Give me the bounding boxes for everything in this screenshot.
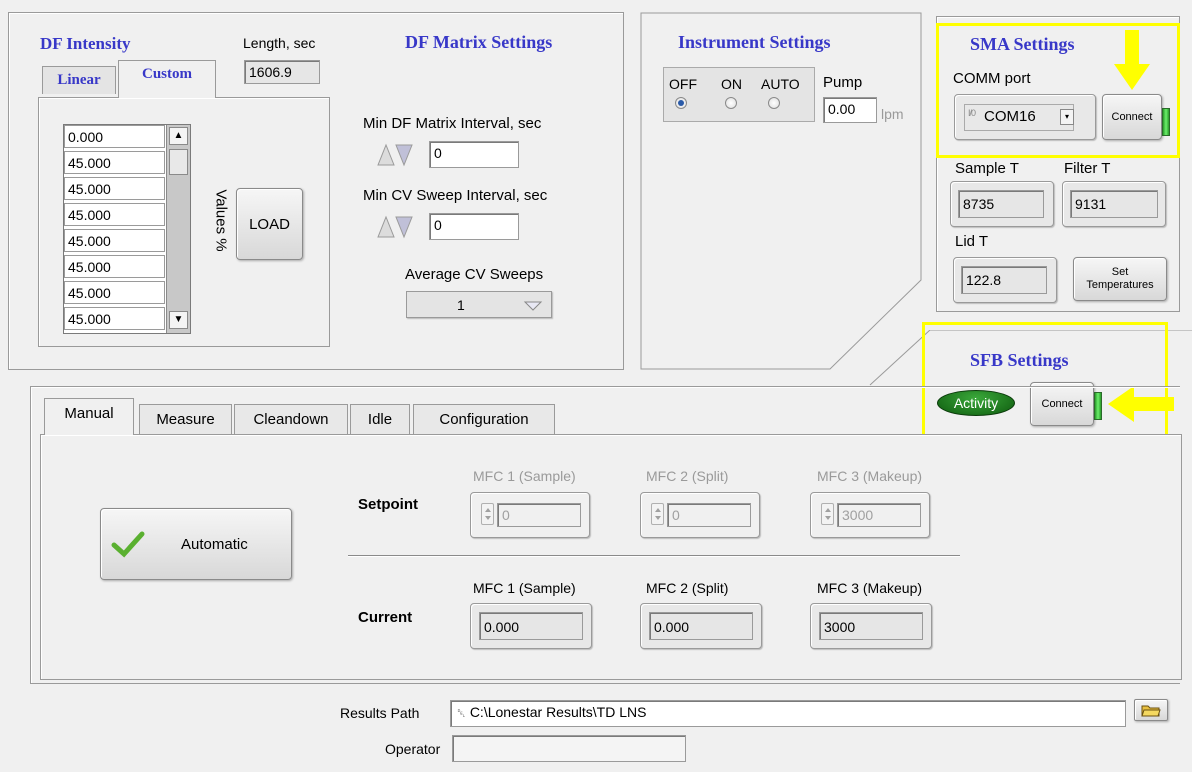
operator-label: Operator <box>385 741 441 757</box>
array-cell[interactable]: 45.000 <box>64 307 165 330</box>
automatic-button[interactable]: Automatic <box>100 508 292 580</box>
min-cv-field[interactable]: 0 <box>429 213 519 240</box>
array-scrollbar[interactable]: ▲ ▼ <box>166 125 190 333</box>
current-mfc1-header: MFC 1 (Sample) <box>473 580 576 596</box>
tab-custom[interactable]: Custom <box>118 60 216 98</box>
arrow-down-icon <box>1114 30 1150 90</box>
tab-configuration[interactable]: Configuration <box>413 404 555 434</box>
array-cell[interactable]: 45.000 <box>64 281 165 304</box>
results-path-field[interactable]: ␡ C:\Lonestar Results\TD LNS <box>450 700 1126 727</box>
current-mfc1-value: 0.000 <box>479 612 583 640</box>
row-divider <box>348 555 960 557</box>
radio-on[interactable] <box>725 97 737 109</box>
setpoint-mfc3-stepper[interactable] <box>821 503 834 525</box>
tab-cleandown[interactable]: Cleandown <box>234 404 348 434</box>
scroll-thumb[interactable] <box>169 149 188 175</box>
array-cell[interactable]: 45.000 <box>64 177 165 200</box>
scroll-down-icon[interactable]: ▼ <box>169 311 188 329</box>
array-cell[interactable]: 45.000 <box>64 229 165 252</box>
setpoint-mfc2-field[interactable]: 0 <box>667 503 751 527</box>
avg-cv-value: 1 <box>457 297 465 313</box>
pump-field[interactable]: 0.00 <box>823 97 877 123</box>
df-intensity-title: DF Intensity <box>40 34 131 53</box>
values-array: 0.000 45.000 45.000 45.000 45.000 45.000… <box>63 124 191 334</box>
radio-off-label: OFF <box>669 76 697 92</box>
results-path-value: C:\Lonestar Results\TD LNS <box>469 704 647 720</box>
checkmark-icon <box>111 531 145 558</box>
array-cell[interactable]: 0.000 <box>64 125 165 148</box>
tab-measure[interactable]: Measure <box>139 404 232 434</box>
array-cell[interactable]: 45.000 <box>64 203 165 226</box>
min-df-label: Min DF Matrix Interval, sec <box>363 115 542 132</box>
setpoint-label: Setpoint <box>358 496 418 513</box>
setpoint-mfc1-header: MFC 1 (Sample) <box>473 468 576 484</box>
length-label: Length, sec <box>243 35 316 51</box>
setpoint-mfc3-field[interactable]: 3000 <box>837 503 921 527</box>
results-path-label: Results Path <box>340 705 420 721</box>
radio-off[interactable] <box>675 97 687 109</box>
filter-t-label: Filter T <box>1064 160 1111 177</box>
setpoint-mfc1-stepper[interactable] <box>481 503 494 525</box>
values-axis-label: Values % <box>212 189 230 252</box>
folder-icon <box>1141 705 1161 717</box>
operator-field[interactable] <box>452 735 686 762</box>
tab-linear[interactable]: Linear <box>42 66 116 94</box>
sample-t-label: Sample T <box>955 160 1019 177</box>
length-field[interactable]: 1606.9 <box>244 60 320 84</box>
path-icon: ␡ <box>457 708 466 720</box>
browse-folder-button[interactable] <box>1134 699 1168 721</box>
min-df-field[interactable]: 0 <box>429 141 519 168</box>
lid-t-label: Lid T <box>955 233 989 250</box>
pump-unit: lpm <box>881 106 904 122</box>
set-temperatures-button[interactable]: Set Temperatures <box>1073 257 1167 301</box>
instrument-panel-frame <box>640 12 922 370</box>
radio-auto-label: AUTO <box>761 76 800 92</box>
filter-t-value: 9131 <box>1070 190 1158 218</box>
tab-idle[interactable]: Idle <box>350 404 410 434</box>
current-mfc2-header: MFC 2 (Split) <box>646 580 729 596</box>
min-df-stepper-icon[interactable] <box>376 141 426 167</box>
radio-on-label: ON <box>721 76 742 92</box>
setpoint-mfc2-header: MFC 2 (Split) <box>646 468 729 484</box>
radio-auto[interactable] <box>768 97 780 109</box>
load-button[interactable]: LOAD <box>236 188 303 260</box>
avg-cv-label: Average CV Sweeps <box>405 266 544 283</box>
avg-cv-select[interactable]: 1 <box>406 291 552 318</box>
instrument-title: Instrument Settings <box>678 32 831 52</box>
array-cell[interactable]: 45.000 <box>64 151 165 174</box>
scroll-up-icon[interactable]: ▲ <box>169 127 188 145</box>
min-cv-stepper-icon[interactable] <box>376 213 426 239</box>
setpoint-mfc2-stepper[interactable] <box>651 503 664 525</box>
sample-t-value: 8735 <box>958 190 1044 218</box>
dropdown-triangle-icon <box>523 301 543 311</box>
current-mfc3-header: MFC 3 (Makeup) <box>817 580 923 596</box>
setpoint-mfc3-header: MFC 3 (Makeup) <box>817 468 923 484</box>
tab-manual[interactable]: Manual <box>44 398 134 435</box>
df-matrix-title: DF Matrix Settings <box>405 32 553 52</box>
current-label: Current <box>358 609 413 626</box>
current-mfc2-value: 0.000 <box>649 612 753 640</box>
lid-t-value: 122.8 <box>961 266 1047 294</box>
setpoint-mfc1-field[interactable]: 0 <box>497 503 581 527</box>
array-cell[interactable]: 45.000 <box>64 255 165 278</box>
current-mfc3-value: 3000 <box>819 612 923 640</box>
pump-label: Pump <box>823 74 863 91</box>
min-cv-label: Min CV Sweep Interval, sec <box>363 187 548 204</box>
